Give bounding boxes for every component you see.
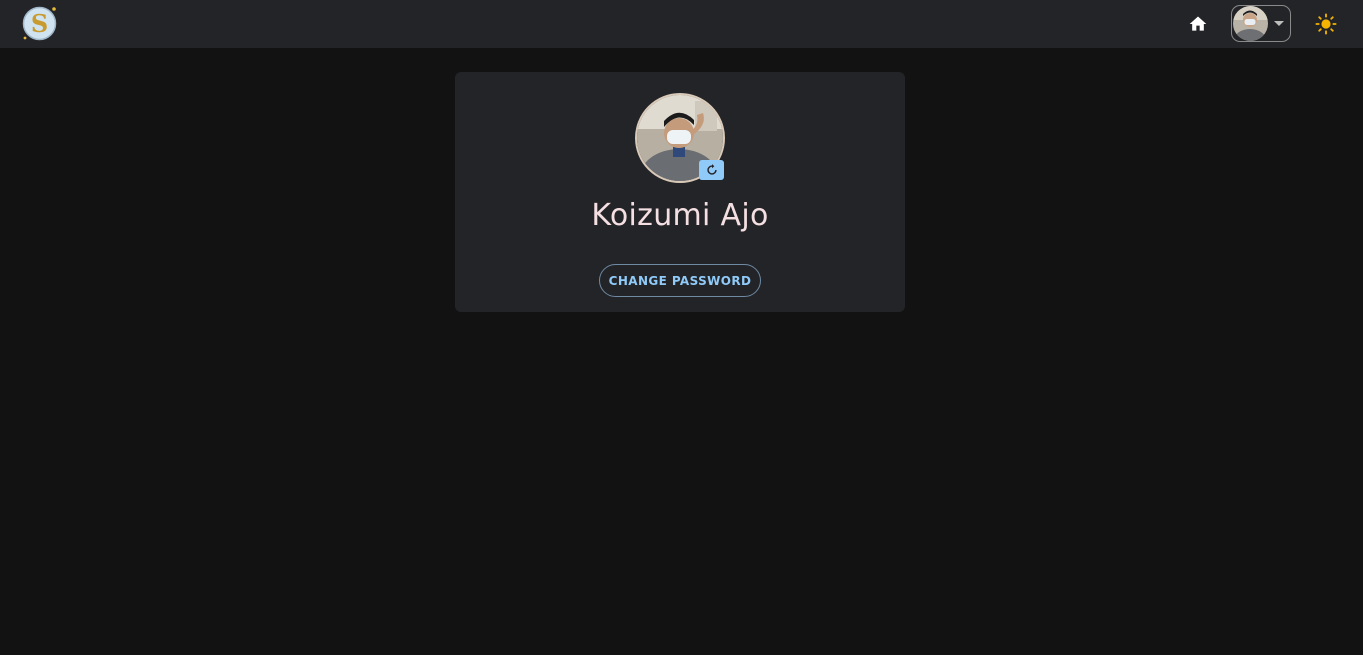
app-logo-icon[interactable]: S — [21, 5, 58, 42]
svg-text:S: S — [31, 9, 48, 38]
camera-icon — [706, 164, 717, 175]
account-menu-button[interactable] — [1231, 5, 1291, 42]
top-app-bar: S — [0, 0, 1363, 48]
theme-toggle-button[interactable] — [1312, 10, 1340, 38]
home-button[interactable] — [1184, 10, 1212, 38]
sun-icon — [1315, 13, 1337, 35]
change-avatar-button[interactable] — [699, 160, 724, 180]
profile-name: Koizumi Ajo — [591, 198, 769, 233]
profile-card: Koizumi Ajo CHANGE PASSWORD — [455, 72, 905, 312]
avatar — [1233, 6, 1268, 41]
home-icon — [1189, 16, 1207, 31]
change-password-button[interactable]: CHANGE PASSWORD — [599, 264, 761, 297]
chevron-down-icon — [1274, 21, 1284, 26]
